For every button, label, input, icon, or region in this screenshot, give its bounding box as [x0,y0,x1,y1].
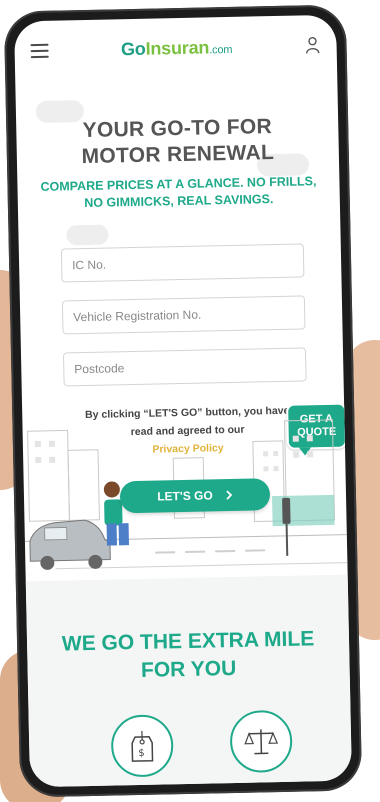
balance-scale-icon [244,729,279,755]
chevron-right-icon [226,490,233,500]
app-header: GoInsuran.com [14,15,337,82]
logo-go: Go [120,38,146,59]
price-tag-icon: $ [131,730,154,762]
hamburger-menu-icon[interactable] [30,43,49,59]
lets-go-button[interactable]: LET'S GO [119,478,271,514]
postcode-input[interactable] [62,347,307,387]
lets-go-label: LET'S GO [157,488,213,504]
brand-logo[interactable]: GoInsuran.com [121,36,233,59]
photo-scene: GoInsuran.com YOUR GO-TO FOR MOTOR RENEW… [0,0,380,802]
phone-screen: GoInsuran.com YOUR GO-TO FOR MOTOR RENEW… [14,14,352,788]
user-icon[interactable] [304,36,320,54]
cloud-decoration [66,224,109,246]
logo-insuran: Insuran [145,36,210,59]
svg-text:$: $ [138,748,145,759]
logo-com: .com [209,43,233,56]
features-title: WE GO THE EXTRA MILE FOR YOU [27,625,350,688]
vehicle-registration-input[interactable] [61,295,306,335]
ic-number-input[interactable] [60,243,305,283]
phone-frame: GoInsuran.com YOUR GO-TO FOR MOTOR RENEW… [3,4,363,798]
